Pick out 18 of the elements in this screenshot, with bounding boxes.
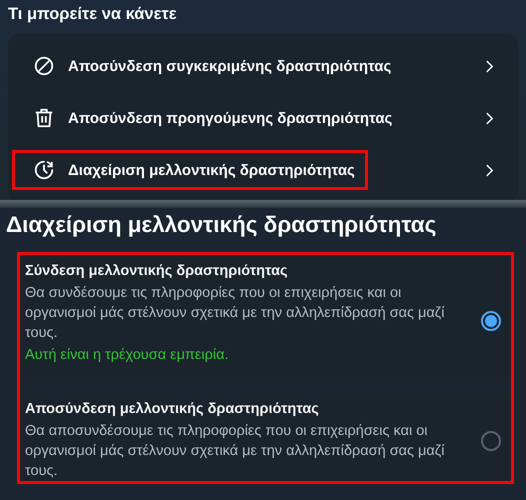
option-description: Θα αποσυνδέσουμε τις πληροφορίες που οι επιχειρήσεις και οι οργανισμοί μάς στέλνουν σχετικά με την αλληλεπίδρασή σας μαζί τους. xyxy=(25,422,446,481)
block-icon xyxy=(33,55,55,77)
radio-button[interactable] xyxy=(481,311,501,331)
menu-item[interactable]: Διαχείριση μελλοντικής δραστηριότητας xyxy=(12,150,368,190)
menu-item[interactable]: Αποσύνδεση προηγούμενης δραστηριότητας xyxy=(12,98,406,138)
option-title: Σύνδεση μελλοντικής δραστηριότητας xyxy=(25,263,289,279)
trash-icon xyxy=(33,107,55,129)
section-heading: Τι μπορείτε να κάνετε xyxy=(8,5,178,25)
radio-button[interactable] xyxy=(481,431,501,451)
chevron-icon xyxy=(485,60,494,72)
chevron-icon xyxy=(485,112,494,124)
current-note: Αυτή είναι η τρέχουσα εμπειρία. xyxy=(25,346,230,365)
clock-icon xyxy=(33,159,55,181)
menu-item[interactable]: Αποσύνδεση συγκεκριμένης δραστηριότητας xyxy=(12,46,404,86)
chevron-icon xyxy=(485,164,494,176)
section-heading: Διαχείριση μελλοντικής δραστηριότητας xyxy=(6,212,438,238)
option-description: Θα συνδέσουμε τις πληροφορίες που οι επιχειρήσεις και οι οργανισμοί μάς στέλνουν σχετικά με την αλληλεπίδρασή σας μαζί τους. xyxy=(25,284,446,343)
option-title: Αποσύνδεση μελλοντικής δραστηριότητας xyxy=(25,401,320,417)
